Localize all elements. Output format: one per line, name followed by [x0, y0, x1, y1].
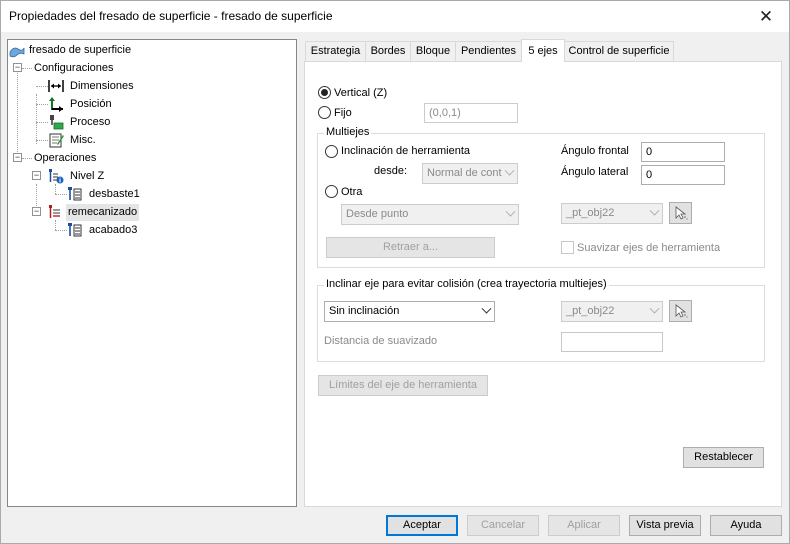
tree-item-label: Dimensiones	[70, 80, 134, 92]
tree-item-label: Proceso	[70, 116, 111, 128]
pt-obj-select[interactable]: _pt_obj22	[561, 203, 663, 224]
tab-control-de-superficie[interactable]: Control de superficie	[564, 41, 674, 61]
limites-button[interactable]: Límites del eje de herramienta	[318, 375, 488, 396]
operations-tree[interactable]: fresado de superficie − Configuraciones …	[7, 39, 297, 507]
tree-item-operaciones[interactable]: Operaciones	[32, 150, 98, 167]
ayuda-button[interactable]: Ayuda	[710, 515, 782, 536]
tree-line	[55, 220, 56, 230]
tree-item-label: Operaciones	[34, 152, 97, 164]
sin-inclinacion-select[interactable]: Sin inclinación	[324, 301, 495, 322]
desde-select-value: Normal de cont	[427, 167, 502, 179]
sin-inclinacion-select-value: Sin inclinación	[329, 305, 400, 317]
collapse-icon[interactable]: −	[13, 63, 22, 72]
tree-line	[36, 104, 48, 105]
chevron-down-icon	[649, 205, 660, 216]
collapse-icon[interactable]: −	[32, 171, 41, 180]
tree-line	[36, 94, 37, 144]
tab-estrategia[interactable]: Estrategia	[305, 41, 366, 61]
tree-item-label: remecanizado	[66, 204, 140, 221]
tab-5-ejes[interactable]: 5 ejes	[521, 39, 565, 62]
tab-bordes[interactable]: Bordes	[365, 41, 411, 61]
fijo-label: Fijo	[334, 107, 352, 119]
suavizar-checkbox[interactable]	[561, 241, 574, 254]
pick-point2-button[interactable]	[669, 300, 692, 322]
restablecer-button[interactable]: Restablecer	[683, 447, 764, 468]
position-icon	[49, 97, 63, 112]
tree-line	[36, 122, 48, 123]
pt-obj2-select-value: _pt_obj22	[566, 305, 615, 317]
tree-line	[22, 158, 32, 159]
vista-previa-button[interactable]: Vista previa	[629, 515, 701, 536]
close-icon[interactable]: ✕	[743, 1, 789, 32]
vertical-radio[interactable]	[318, 86, 331, 99]
aplicar-button[interactable]: Aplicar	[548, 515, 620, 536]
tree-line	[55, 230, 67, 231]
tree-item-label: Configuraciones	[34, 62, 114, 74]
tree-item-label: desbaste1	[89, 188, 140, 200]
desde-punto-select-value: Desde punto	[346, 208, 409, 220]
distancia-label: Distancia de suavizado	[324, 335, 438, 347]
surface-mill-icon	[9, 47, 25, 58]
dimensions-icon	[48, 80, 64, 92]
colision-group: Inclinar eje para evitar colisión (crea …	[317, 278, 765, 362]
pick-cursor-icon	[675, 206, 688, 220]
fijo-vector-field[interactable]: (0,0,1)	[424, 103, 518, 123]
angulo-lateral-field[interactable]: 0	[641, 165, 725, 185]
rest-machining-icon	[49, 205, 60, 218]
otra-radio[interactable]	[325, 185, 338, 198]
otra-label: Otra	[341, 186, 363, 198]
multiejes-legend: Multiejes	[324, 126, 372, 138]
toolpath-icon	[68, 187, 82, 201]
tab-bloque[interactable]: Bloque	[410, 41, 456, 61]
tab-pendientes[interactable]: Pendientes	[455, 41, 522, 61]
desde-select[interactable]: Normal de cont	[422, 163, 518, 184]
vertical-label: Vertical (Z)	[334, 87, 388, 99]
tree-item-label: fresado de superficie	[29, 44, 132, 56]
colision-legend: Inclinar eje para evitar colisión (crea …	[324, 278, 609, 290]
window-title: Propiedades del fresado de superficie - …	[9, 9, 333, 23]
tree-line	[22, 68, 32, 69]
chevron-down-icon	[649, 303, 660, 314]
zlevel-operation-icon: i	[49, 169, 64, 184]
collapse-icon[interactable]: −	[13, 153, 22, 162]
pick-cursor-icon	[675, 304, 688, 318]
collapse-icon[interactable]: −	[32, 207, 41, 216]
inclinacion-label: Inclinación de herramienta	[341, 145, 471, 157]
cancelar-button[interactable]: Cancelar	[467, 515, 539, 536]
inclinacion-radio[interactable]	[325, 145, 338, 158]
tree-line	[36, 86, 48, 87]
desde-label: desde:	[374, 165, 408, 177]
svg-text:i: i	[59, 177, 61, 184]
chevron-down-icon	[504, 165, 515, 176]
pt-obj-select-value: _pt_obj22	[566, 207, 615, 219]
tree-line	[36, 140, 48, 141]
aceptar-button[interactable]: Aceptar	[386, 515, 458, 536]
process-icon	[50, 115, 64, 130]
distancia-field[interactable]	[561, 332, 663, 352]
title-bar: Propiedades del fresado de superficie - …	[1, 1, 789, 32]
chevron-down-icon	[481, 303, 492, 314]
fijo-radio[interactable]	[318, 106, 331, 119]
tree-item-label: acabado3	[89, 224, 138, 236]
tree-line	[55, 194, 67, 195]
retraer-button[interactable]: Retraer a...	[326, 237, 495, 258]
desde-punto-select[interactable]: Desde punto	[341, 204, 519, 225]
chevron-down-icon	[505, 206, 516, 217]
tree-item-label: Nivel Z	[70, 170, 105, 182]
angulo-lateral-label: Ángulo lateral	[561, 166, 629, 178]
tree-line	[17, 70, 18, 160]
angulo-frontal-field[interactable]: 0	[641, 142, 725, 162]
suavizar-label: Suavizar ejes de herramienta	[577, 242, 721, 254]
dialog-window: Propiedades del fresado de superficie - …	[0, 0, 790, 544]
tree-item-label: Posición	[70, 98, 112, 110]
tree-line	[55, 184, 56, 194]
pt-obj2-select[interactable]: _pt_obj22	[561, 301, 663, 322]
angulo-frontal-label: Ángulo frontal	[561, 145, 629, 157]
tree-item-label: Misc.	[70, 134, 96, 146]
tree-item-configuraciones[interactable]: Configuraciones	[32, 60, 116, 77]
pick-point-button[interactable]	[669, 202, 692, 224]
toolpath-icon	[68, 223, 82, 237]
notepad-icon	[49, 133, 64, 148]
